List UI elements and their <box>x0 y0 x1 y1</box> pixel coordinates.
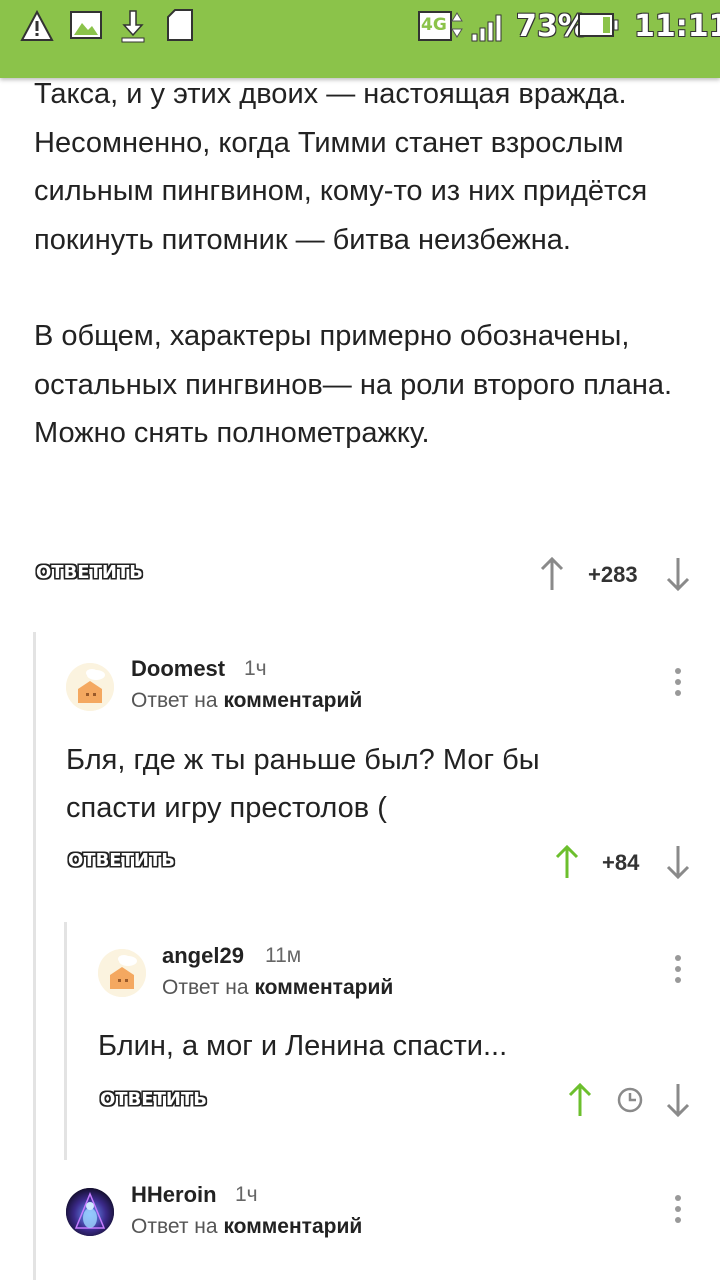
thread-line <box>64 922 67 1160</box>
reply-to-link[interactable]: комментарий <box>254 976 393 999</box>
sd-card-icon <box>167 9 193 41</box>
upvote-icon[interactable] <box>553 844 581 880</box>
comment-author[interactable]: Doomest <box>131 656 225 682</box>
reply-to-line: Ответ на комментарий <box>131 1215 362 1239</box>
reply-to-prefix: Ответ на <box>131 1215 218 1238</box>
avatar[interactable] <box>98 949 146 997</box>
downvote-icon[interactable] <box>664 1082 692 1118</box>
more-options-icon[interactable] <box>670 666 686 698</box>
comment-time: 11м <box>265 944 302 967</box>
more-options-icon[interactable] <box>670 953 686 985</box>
comment-text: Блин, а мог и Ленина спасти... <box>98 1030 508 1062</box>
post-body: Такса, и у этих двоих — настоящая вражда… <box>34 70 694 458</box>
network-type: 4G <box>421 15 447 35</box>
post-paragraph: Такса, и у этих двоих — настоящая вражда… <box>34 78 648 256</box>
avatar[interactable] <box>66 663 114 711</box>
warning-icon <box>20 10 54 41</box>
downvote-icon[interactable] <box>664 844 692 880</box>
comment-time: 1ч <box>244 657 267 680</box>
reply-to-line: Ответ на комментарий <box>131 689 362 713</box>
reply-button[interactable]: ОТВЕТИТЬ <box>36 562 143 583</box>
comment-author[interactable]: angel29 <box>162 943 244 969</box>
downvote-icon[interactable] <box>664 556 692 592</box>
thread-line <box>33 632 36 1280</box>
user-avatar-image <box>66 1188 114 1236</box>
reply-button[interactable]: ОТВЕТИТЬ <box>68 850 175 871</box>
data-arrows-icon <box>451 12 463 38</box>
status-bar: 4G 73% 11:11 <box>0 0 720 78</box>
comment-time: 1ч <box>235 1183 258 1206</box>
signal-icon <box>471 14 502 42</box>
default-avatar-icon <box>66 663 114 711</box>
post-paragraph: В общем, характеры примерно обозначены, … <box>34 320 673 449</box>
reply-to-link[interactable]: комментарий <box>223 689 362 712</box>
upvote-icon[interactable] <box>538 556 566 592</box>
default-avatar-icon <box>98 949 146 997</box>
comment-rating: +84 <box>602 850 640 875</box>
reply-to-line: Ответ на комментарий <box>162 976 393 1000</box>
reply-button[interactable]: ОТВЕТИТЬ <box>100 1089 207 1110</box>
battery-icon <box>578 13 619 37</box>
comment-text: Бля, где ж ты раньше был? Мог бы спасти … <box>66 744 540 824</box>
post-rating: +283 <box>588 562 638 587</box>
clock-icon <box>617 1087 643 1113</box>
download-icon <box>121 10 145 43</box>
image-icon <box>70 11 102 39</box>
network-badge: 4G <box>418 11 452 41</box>
upvote-icon[interactable] <box>566 1082 594 1118</box>
reply-to-prefix: Ответ на <box>162 976 249 999</box>
reply-to-link[interactable]: комментарий <box>223 1215 362 1238</box>
comment-author[interactable]: HHeroin <box>131 1182 217 1208</box>
more-options-icon[interactable] <box>670 1193 686 1225</box>
clock: 11:11 <box>634 9 720 44</box>
reply-to-prefix: Ответ на <box>131 689 218 712</box>
avatar[interactable] <box>66 1188 114 1236</box>
